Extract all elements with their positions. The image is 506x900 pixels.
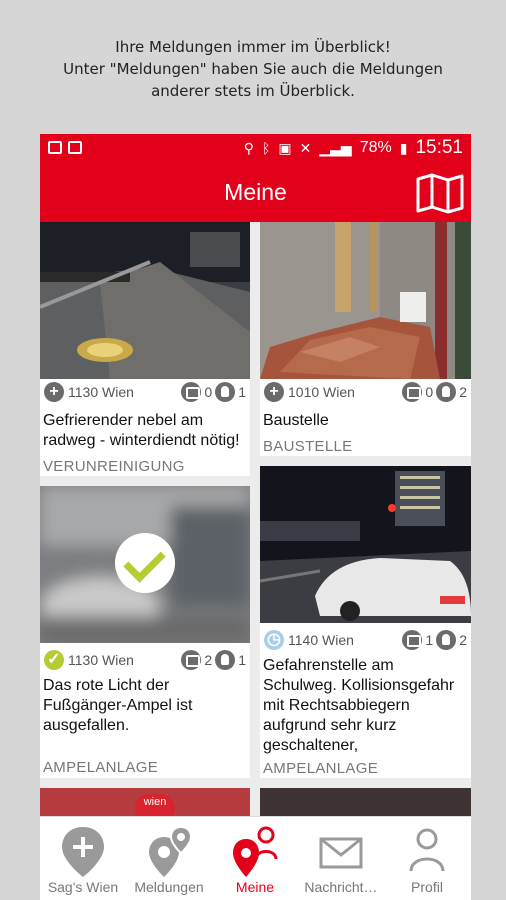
like-count: 1 [238, 652, 246, 668]
report-card[interactable]: ◷ 1140 Wien 1 2 Gefahrenstelle am Schulw… [260, 466, 471, 778]
resolved-check-icon [115, 533, 175, 593]
bottom-navigation: Sag's Wien Meldungen Meine Nachricht… Pr… [40, 816, 471, 900]
nav-meine[interactable]: Meine [212, 817, 298, 900]
nav-label: Profil [411, 879, 443, 895]
report-category: BAUSTELLE [263, 438, 353, 455]
report-card[interactable]: + 1010 Wien 0 2 Baustelle BAUSTELLE [260, 222, 471, 456]
like-icon [215, 650, 236, 670]
report-title: Baustelle [263, 412, 329, 429]
nav-profil[interactable]: Profil [384, 817, 470, 900]
app-bar: Meine [40, 162, 471, 222]
caption-line-1: Ihre Meldungen immer im Überblick! [115, 38, 391, 56]
report-category: AMPELANLAGE [263, 760, 379, 777]
comment-icon [402, 630, 423, 650]
nfc-icon: ▣ [278, 139, 292, 156]
like-count: 2 [459, 632, 467, 648]
like-icon [436, 382, 457, 402]
like-icon [436, 630, 457, 650]
comment-icon [181, 650, 202, 670]
mute-icon: ✕ [299, 139, 312, 156]
check-icon: ✓ [44, 650, 64, 670]
plus-icon: + [44, 382, 64, 402]
nav-meldungen[interactable]: Meldungen [126, 817, 212, 900]
comment-count: 2 [204, 652, 213, 668]
report-title: Gefrierender nebel am radweg - winterdie… [43, 412, 240, 449]
intro-caption: Ihre Meldungen immer im Überblick! Unter… [0, 36, 506, 102]
nav-label: Meldungen [134, 879, 204, 895]
comment-icon [181, 382, 202, 402]
profile-icon [409, 828, 445, 872]
gallery-notification-icon [48, 141, 62, 154]
nav-label: Nachricht… [304, 879, 378, 895]
mail-icon [319, 837, 363, 869]
status-bar: ⚲ ᛒ ▣ ✕ ▁▃▅ 78% ▮ 15:51 [40, 134, 471, 162]
like-count: 2 [459, 384, 467, 400]
report-card[interactable]: + 1130 Wien 0 1 Gefrierender nebel am ra… [40, 222, 250, 476]
caption-line-3: anderer stets im Überblick. [151, 82, 355, 100]
nav-label: Meine [235, 879, 275, 895]
report-address: 1140 Wien [288, 632, 354, 648]
report-address: 1010 Wien [288, 384, 355, 400]
mail-notification-icon [68, 141, 82, 154]
add-location-icon [62, 827, 104, 877]
battery-percent: 78% [359, 139, 392, 156]
report-title: Gefahrenstelle am Schulweg. Kollisionsge… [263, 657, 455, 754]
user-location-icon [233, 826, 278, 877]
comment-count: 0 [204, 384, 213, 400]
report-address: 1130 Wien [68, 384, 134, 400]
plus-icon: + [264, 382, 284, 402]
comment-icon [402, 382, 423, 402]
signal-icon: ▁▃▅ [319, 139, 352, 156]
report-category: VERUNREINIGUNG [43, 458, 185, 475]
comment-count: 1 [425, 632, 434, 648]
nav-label: Sag's Wien [47, 879, 119, 895]
report-photo [260, 222, 471, 379]
nav-nachrichten[interactable]: Nachricht… [298, 817, 384, 900]
nav-sags-wien[interactable]: Sag's Wien [40, 817, 126, 900]
report-photo [260, 466, 471, 623]
report-photo [40, 222, 250, 379]
report-title: Das rote Licht der Fußgänger-Ampel ist a… [43, 677, 193, 734]
report-card[interactable]: ✓ 1130 Wien 2 1 Das rote Licht der Fußgä… [40, 486, 250, 778]
location-icon: ⚲ [243, 139, 255, 156]
battery-icon: ▮ [399, 139, 408, 156]
page-title: Meine [224, 179, 287, 205]
multi-location-icon [149, 825, 193, 877]
bluetooth-icon: ᛒ [262, 140, 271, 156]
map-icon[interactable] [415, 172, 465, 214]
clock-icon: ◷ [264, 630, 284, 650]
like-icon [215, 382, 236, 402]
phone-screen: ⚲ ᛒ ▣ ✕ ▁▃▅ 78% ▮ 15:51 Meine + 1130 Wie… [40, 134, 471, 900]
report-address: 1130 Wien [68, 652, 134, 668]
report-category: AMPELANLAGE [43, 759, 159, 776]
like-count: 1 [238, 384, 246, 400]
caption-line-2: Unter "Meldungen" haben Sie auch die Mel… [63, 60, 443, 78]
clock: 15:51 [415, 137, 463, 158]
comment-count: 0 [425, 384, 434, 400]
